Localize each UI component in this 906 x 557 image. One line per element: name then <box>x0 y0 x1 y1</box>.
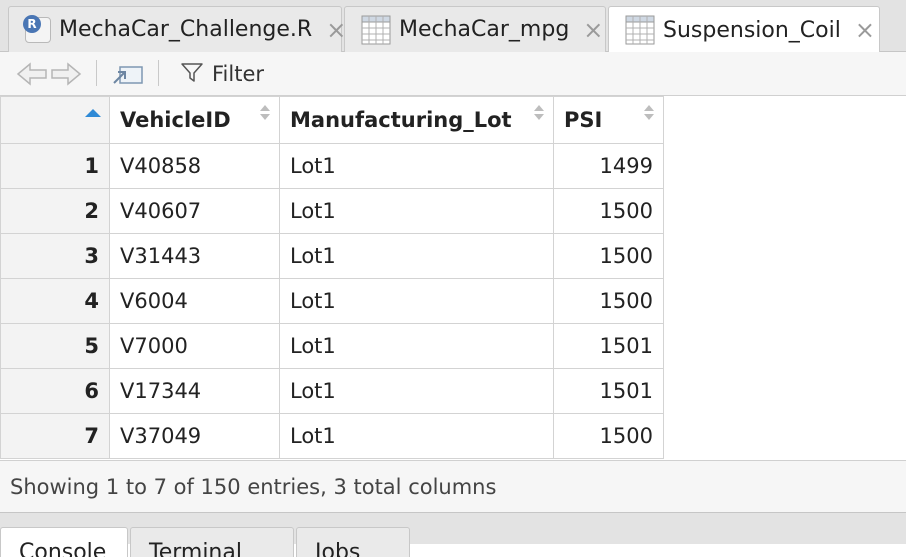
data-grid: VehicleID Manufacturing_Lot PSI 1 V40858… <box>0 96 664 459</box>
cell-manufacturing-lot[interactable]: Lot1 <box>279 368 554 414</box>
data-grid-icon <box>361 15 391 45</box>
r-script-icon: R <box>23 14 51 43</box>
toolbar-separator <box>158 60 159 86</box>
row-number: 1 <box>0 143 110 189</box>
sort-icon[interactable] <box>644 105 654 123</box>
close-icon[interactable]: × <box>583 18 603 42</box>
cell-psi[interactable]: 1499 <box>553 143 664 189</box>
tab-label: MechaCar_Challenge.R <box>59 17 313 42</box>
table-row[interactable]: 6 V17344 Lot1 1501 <box>0 368 664 414</box>
table-row[interactable]: 4 V6004 Lot1 1500 <box>0 278 664 324</box>
data-viewer-toolbar: Filter <box>0 52 906 96</box>
close-icon[interactable]: × <box>855 18 875 42</box>
data-grid-icon <box>625 15 655 45</box>
back-arrow-icon[interactable] <box>16 62 48 86</box>
pop-out-window-icon[interactable] <box>112 61 144 87</box>
tab-mechacar-mpg[interactable]: MechaCar_mpg × <box>344 6 606 52</box>
tab-label: Suspension_Coil <box>663 17 841 43</box>
cell-vehicleid[interactable]: V40607 <box>109 188 280 234</box>
forward-arrow-icon[interactable] <box>50 62 82 86</box>
filter-label: Filter <box>212 62 265 86</box>
editor-tab-bar: R MechaCar_Challenge.R × MechaCar_mpg × <box>0 0 906 53</box>
cell-manufacturing-lot[interactable]: Lot1 <box>279 143 554 189</box>
column-header-manufacturing-lot[interactable]: Manufacturing_Lot <box>279 96 554 144</box>
tab-mechacar-challenge-r[interactable]: R MechaCar_Challenge.R × <box>8 6 346 52</box>
cell-psi[interactable]: 1500 <box>553 413 664 459</box>
tab-jobs[interactable]: Jobs <box>296 527 410 557</box>
cell-psi[interactable]: 1500 <box>553 278 664 324</box>
row-number-header[interactable] <box>0 96 110 144</box>
cell-manufacturing-lot[interactable]: Lot1 <box>279 188 554 234</box>
cell-manufacturing-lot[interactable]: Lot1 <box>279 323 554 369</box>
column-header-vehicleid[interactable]: VehicleID <box>109 96 280 144</box>
row-number: 4 <box>0 278 110 324</box>
cell-vehicleid[interactable]: V17344 <box>109 368 280 414</box>
cell-manufacturing-lot[interactable]: Lot1 <box>279 278 554 324</box>
entries-status-bar: Showing 1 to 7 of 150 entries, 3 total c… <box>0 460 906 512</box>
sort-icon[interactable] <box>534 105 544 123</box>
cell-vehicleid[interactable]: V37049 <box>109 413 280 459</box>
table-row[interactable]: 3 V31443 Lot1 1500 <box>0 233 664 279</box>
filter-funnel-icon <box>180 60 204 88</box>
cell-psi[interactable]: 1501 <box>553 368 664 414</box>
cell-vehicleid[interactable]: V6004 <box>109 278 280 324</box>
filter-button[interactable]: Filter <box>180 60 264 88</box>
toolbar-separator <box>96 60 97 86</box>
table-row[interactable]: 1 V40858 Lot1 1499 <box>0 143 664 189</box>
table-row[interactable]: 7 V37049 Lot1 1500 <box>0 413 664 459</box>
cell-psi[interactable]: 1500 <box>553 188 664 234</box>
cell-psi[interactable]: 1501 <box>553 323 664 369</box>
entries-summary: Showing 1 to 7 of 150 entries, 3 total c… <box>10 474 497 499</box>
cell-psi[interactable]: 1500 <box>553 233 664 279</box>
tab-suspension-coil[interactable]: Suspension_Coil × <box>608 6 880 53</box>
cell-manufacturing-lot[interactable]: Lot1 <box>279 413 554 459</box>
column-header-psi[interactable]: PSI <box>553 96 664 144</box>
cell-vehicleid[interactable]: V7000 <box>109 323 280 369</box>
sort-ascending-icon <box>85 109 101 117</box>
row-number: 7 <box>0 413 110 459</box>
table-row[interactable]: 5 V7000 Lot1 1501 <box>0 323 664 369</box>
row-number: 5 <box>0 323 110 369</box>
bottom-pane-tab-bar: Console Terminal Jobs <box>0 512 906 557</box>
tab-terminal[interactable]: Terminal <box>130 527 294 557</box>
row-number: 2 <box>0 188 110 234</box>
sort-icon[interactable] <box>260 105 270 123</box>
cell-manufacturing-lot[interactable]: Lot1 <box>279 233 554 279</box>
row-number: 6 <box>0 368 110 414</box>
tab-label: MechaCar_mpg <box>399 17 570 42</box>
row-number: 3 <box>0 233 110 279</box>
cell-vehicleid[interactable]: V40858 <box>109 143 280 189</box>
tab-console[interactable]: Console <box>0 527 128 557</box>
cell-vehicleid[interactable]: V31443 <box>109 233 280 279</box>
table-row[interactable]: 2 V40607 Lot1 1500 <box>0 188 664 234</box>
